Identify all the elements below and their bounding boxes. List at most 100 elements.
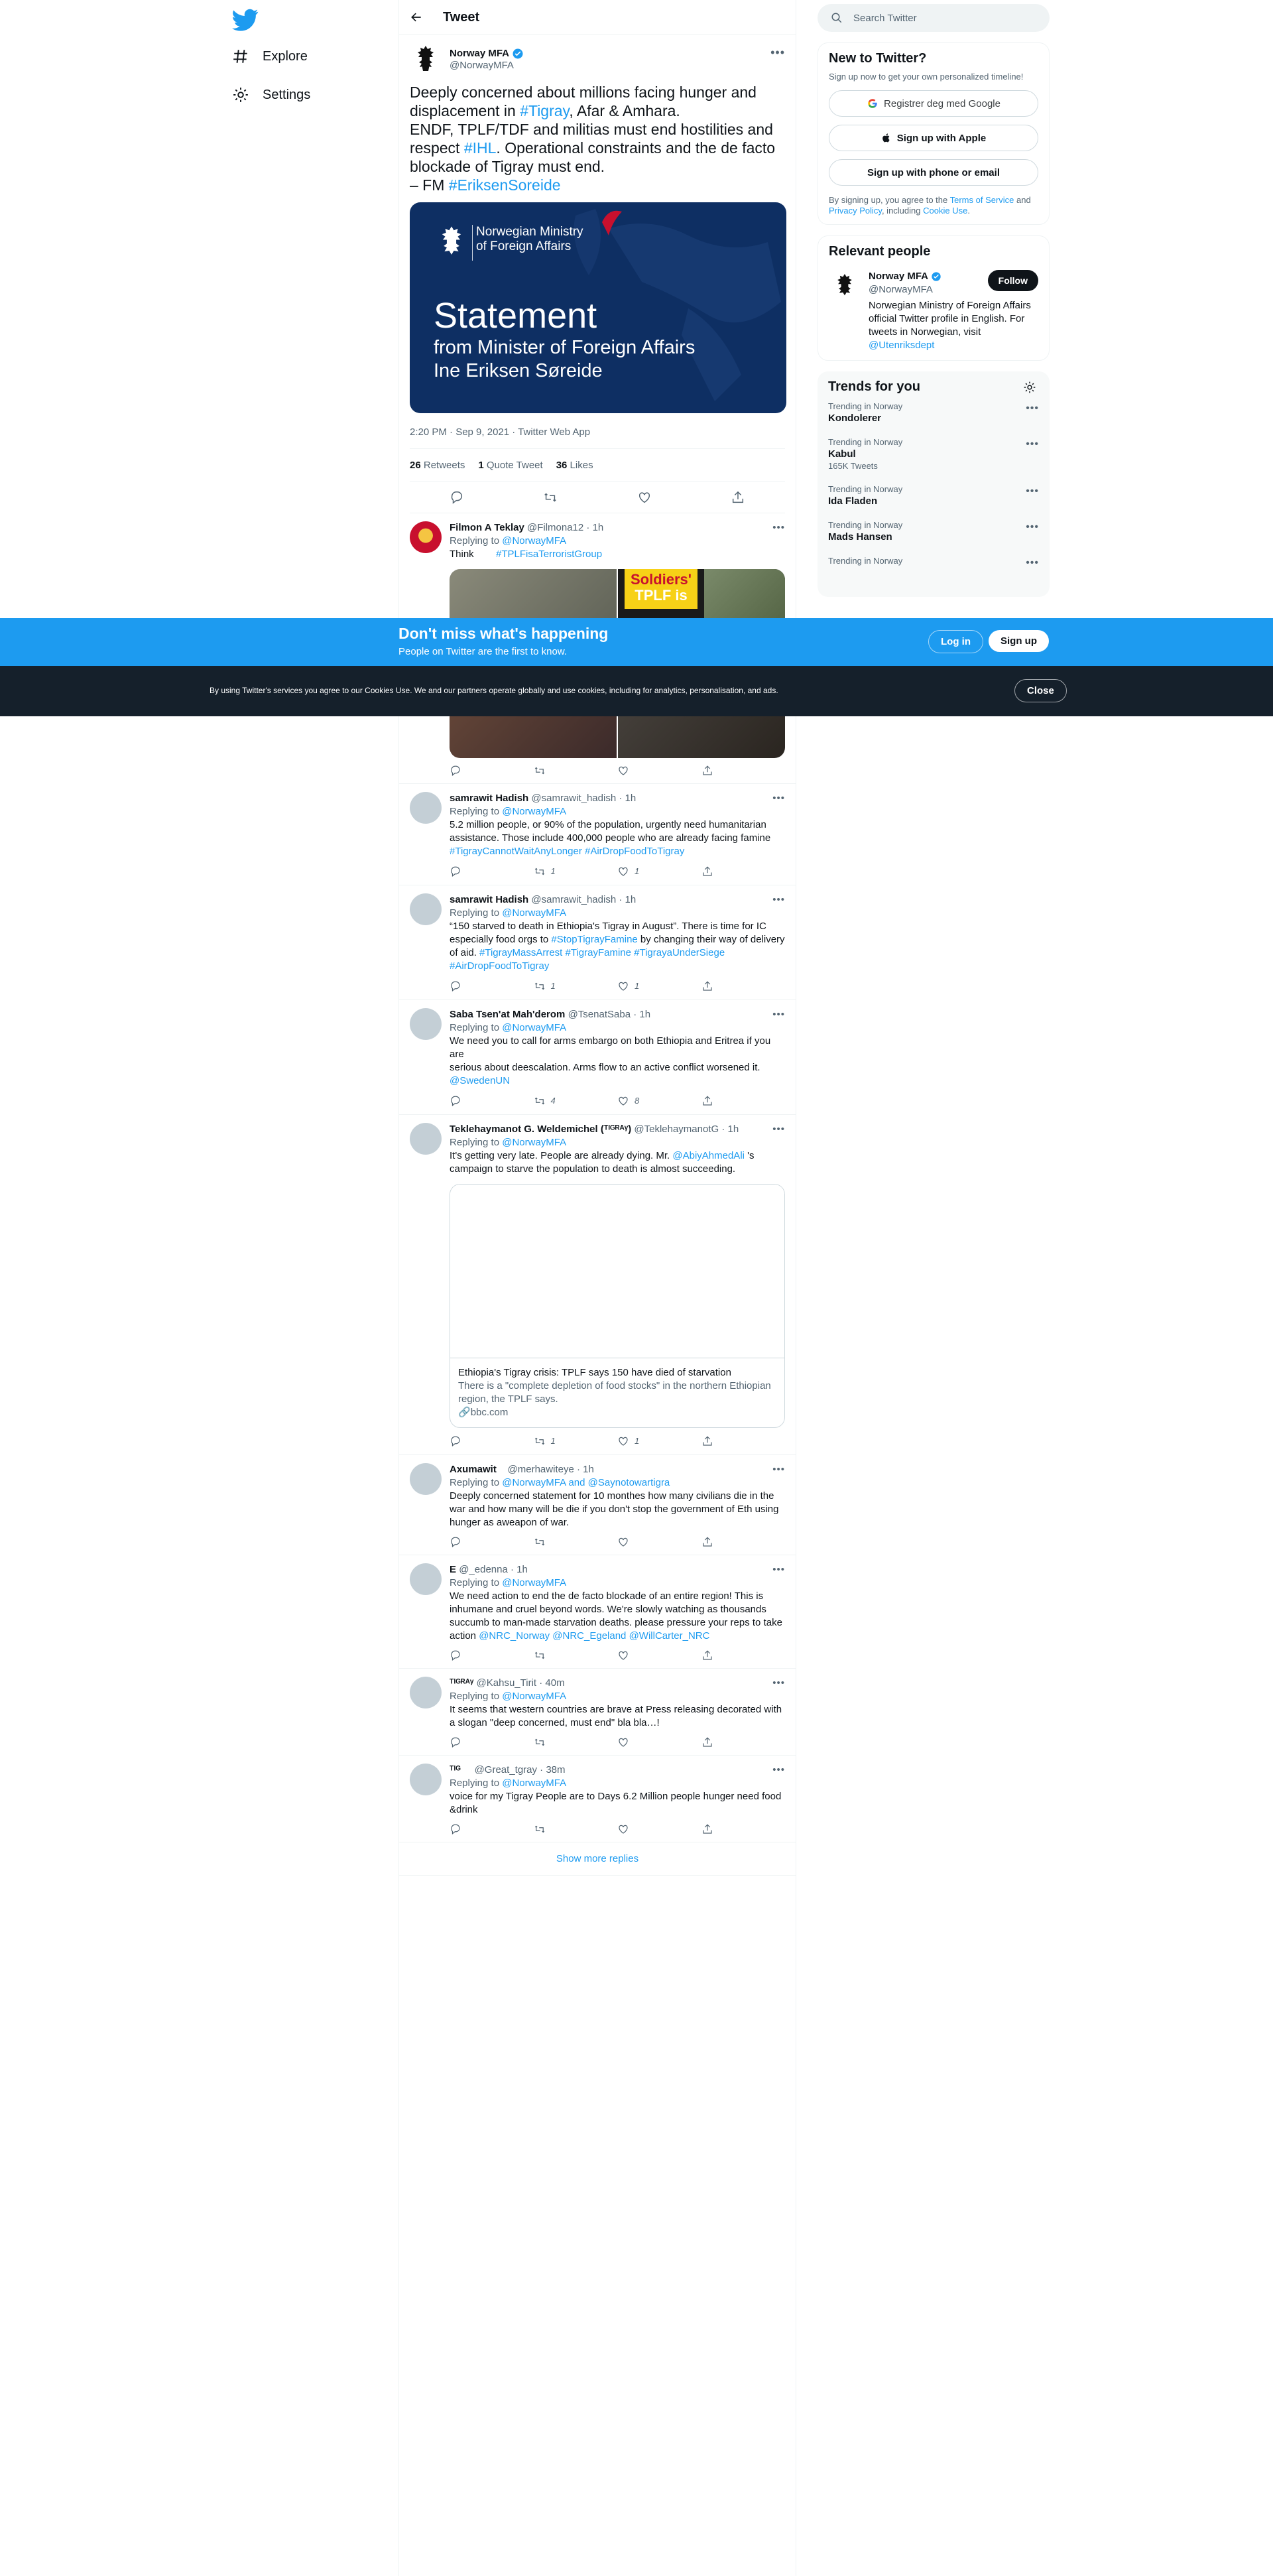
reply-tweet[interactable]: ••• samrawit Hadish @samrawit_hadish · 1… — [399, 885, 796, 1000]
retweet-action[interactable] — [534, 1736, 618, 1748]
reply-tweet[interactable]: ••• samrawit Hadish @samrawit_hadish · 1… — [399, 784, 796, 885]
reply-author-name[interactable]: Filmon A Teklay — [450, 522, 524, 533]
login-button[interactable]: Log in — [928, 630, 983, 653]
reply-action[interactable] — [450, 1536, 534, 1548]
reply-icon[interactable] — [450, 490, 464, 505]
avatar[interactable] — [410, 1563, 442, 1595]
bio-mention-link[interactable]: @Utenriksdept — [869, 339, 1031, 352]
avatar[interactable] — [410, 43, 442, 75]
hashtag-link[interactable]: #IHL — [464, 139, 497, 157]
replying-to-link[interactable]: @NorwayMFA — [502, 1777, 566, 1789]
reply-tweet[interactable]: ••• ᵀᴵᴳᴿᴬᵞ @Kahsu_Tirit · 40m Replying t… — [399, 1669, 796, 1756]
cookie-use-link[interactable]: Cookie Use — [923, 206, 967, 216]
share-action[interactable] — [701, 865, 786, 878]
like-action[interactable] — [617, 1649, 701, 1661]
hashtag-link[interactable]: #StopTigrayFamine — [551, 934, 637, 945]
more-options-icon[interactable]: ••• — [770, 46, 785, 60]
hashtag-link[interactable]: #EriksenSoreide — [449, 176, 561, 194]
replying-to-link[interactable]: @NorwayMFA — [502, 535, 566, 547]
more-options-icon[interactable]: ••• — [772, 1463, 785, 1476]
cookie-close-button[interactable]: Close — [1014, 679, 1067, 702]
share-action[interactable] — [701, 1435, 786, 1448]
like-action[interactable]: 1 — [617, 1435, 701, 1448]
share-action[interactable] — [701, 765, 786, 777]
avatar[interactable] — [410, 1008, 442, 1040]
nav-settings[interactable]: Settings — [232, 86, 310, 103]
more-options-icon[interactable]: ••• — [1026, 557, 1039, 569]
reply-author-name[interactable]: samrawit Hadish — [450, 894, 528, 905]
hashtag-link[interactable]: #TPLFisaTerroristGroup — [496, 548, 602, 560]
more-options-icon[interactable]: ••• — [772, 1563, 785, 1577]
hashtag-links[interactable]: #TigrayCannotWaitAnyLonger #AirDropFoodT… — [450, 845, 785, 858]
replying-to-link[interactable]: @NorwayMFA and @Saynotowartigra — [502, 1477, 670, 1488]
trend-item[interactable]: Trending in Norway Ida Fladen ••• — [828, 478, 1039, 513]
back-arrow-icon[interactable] — [410, 11, 423, 24]
like-icon[interactable] — [637, 490, 652, 505]
reply-author-name[interactable]: Axumawit — [450, 1464, 497, 1475]
quotes-stat[interactable]: 1 Quote Tweet — [478, 460, 542, 471]
reply-author-name[interactable]: ᵀᴵᴳ — [450, 1764, 461, 1775]
avatar[interactable] — [829, 270, 861, 302]
retweets-stat[interactable]: 26 Retweets — [410, 460, 465, 471]
share-action[interactable] — [701, 1536, 786, 1548]
share-action[interactable] — [701, 1736, 786, 1748]
show-more-replies-link[interactable]: Show more replies — [399, 1842, 796, 1876]
terms-link[interactable]: Terms of Service — [950, 195, 1014, 205]
author-handle[interactable]: @NorwayMFA — [450, 60, 524, 71]
reply-action[interactable] — [450, 980, 534, 993]
mention-link[interactable]: @AbiyAhmedAli — [672, 1150, 745, 1161]
link-preview-card[interactable]: Ethiopia's Tigray crisis: TPLF says 150 … — [450, 1184, 785, 1428]
reply-action[interactable] — [450, 1094, 534, 1108]
tweet-timestamp[interactable]: 2:20 PM · Sep 9, 2021 · Twitter Web App — [410, 426, 785, 449]
share-action[interactable] — [701, 980, 786, 993]
gear-icon[interactable] — [1023, 381, 1036, 394]
mention-link[interactable]: @SwedenUN — [450, 1074, 785, 1088]
retweet-action[interactable]: 1 — [534, 865, 618, 878]
trend-item[interactable]: Trending in Norway Kabul 165K Tweets ••• — [828, 430, 1039, 478]
share-action[interactable] — [701, 1823, 786, 1835]
follow-button[interactable]: Follow — [987, 270, 1038, 291]
search-input[interactable]: Search Twitter — [818, 4, 1050, 32]
more-options-icon[interactable]: ••• — [1026, 485, 1039, 497]
retweet-action[interactable] — [534, 1649, 618, 1661]
signup-button[interactable]: Sign up — [989, 630, 1049, 652]
avatar[interactable] — [410, 1677, 442, 1708]
retweet-action[interactable] — [534, 765, 618, 777]
reply-tweet[interactable]: ••• Teklehaymanot G. Weldemichel (ᵀᴵᴳᴿᴬᵞ… — [399, 1115, 796, 1455]
replying-to-link[interactable]: @NorwayMFA — [502, 806, 566, 817]
replying-to-link[interactable]: @NorwayMFA — [502, 1022, 566, 1033]
replying-to-link[interactable]: @NorwayMFA — [502, 1577, 566, 1588]
reply-author-name[interactable]: Teklehaymanot G. Weldemichel (ᵀᴵᴳᴿᴬᵞ) — [450, 1124, 631, 1135]
retweet-action[interactable] — [534, 1536, 618, 1548]
trend-item[interactable]: Trending in Norway Mads Hansen ••• — [828, 513, 1039, 549]
hashtag-link[interactable]: #AirDropFoodToTigray — [450, 960, 785, 973]
like-action[interactable] — [617, 1536, 701, 1548]
share-action[interactable] — [701, 1649, 786, 1661]
privacy-link[interactable]: Privacy Policy — [829, 206, 882, 216]
likes-stat[interactable]: 36 Likes — [556, 460, 593, 471]
reply-action[interactable] — [450, 765, 534, 777]
reply-action[interactable] — [450, 1823, 534, 1835]
reply-author-name[interactable]: Saba Tsen'at Mah'derom — [450, 1009, 565, 1020]
replying-to-link[interactable]: @NorwayMFA — [502, 1691, 566, 1702]
more-options-icon[interactable]: ••• — [772, 1764, 785, 1777]
reply-action[interactable] — [450, 1649, 534, 1661]
trend-item[interactable]: Trending in Norway ••• — [828, 549, 1039, 572]
more-options-icon[interactable]: ••• — [772, 521, 785, 535]
statement-image-card[interactable]: Norwegian Ministry of Foreign Affairs St… — [410, 202, 786, 413]
like-action[interactable]: 1 — [617, 980, 701, 993]
reply-tweet[interactable]: ••• Axumawit @merhawiteye · 1h Replying … — [399, 1455, 796, 1555]
like-action[interactable]: 1 — [617, 865, 701, 878]
like-action[interactable] — [617, 1823, 701, 1835]
more-options-icon[interactable]: ••• — [772, 1008, 785, 1021]
reply-author-name[interactable]: ᵀᴵᴳᴿᴬᵞ — [450, 1677, 473, 1689]
retweet-icon[interactable] — [543, 490, 558, 505]
trend-item[interactable]: Trending in Norway Kondolerer ••• — [828, 395, 1039, 430]
more-options-icon[interactable]: ••• — [772, 1677, 785, 1690]
retweet-action[interactable]: 4 — [534, 1094, 618, 1108]
replying-to-link[interactable]: @NorwayMFA — [502, 1137, 566, 1148]
reply-action[interactable] — [450, 1435, 534, 1448]
more-options-icon[interactable]: ••• — [1026, 438, 1039, 450]
reply-tweet[interactable]: ••• E @_edenna · 1h Replying to @NorwayM… — [399, 1555, 796, 1669]
avatar[interactable] — [410, 1764, 442, 1795]
